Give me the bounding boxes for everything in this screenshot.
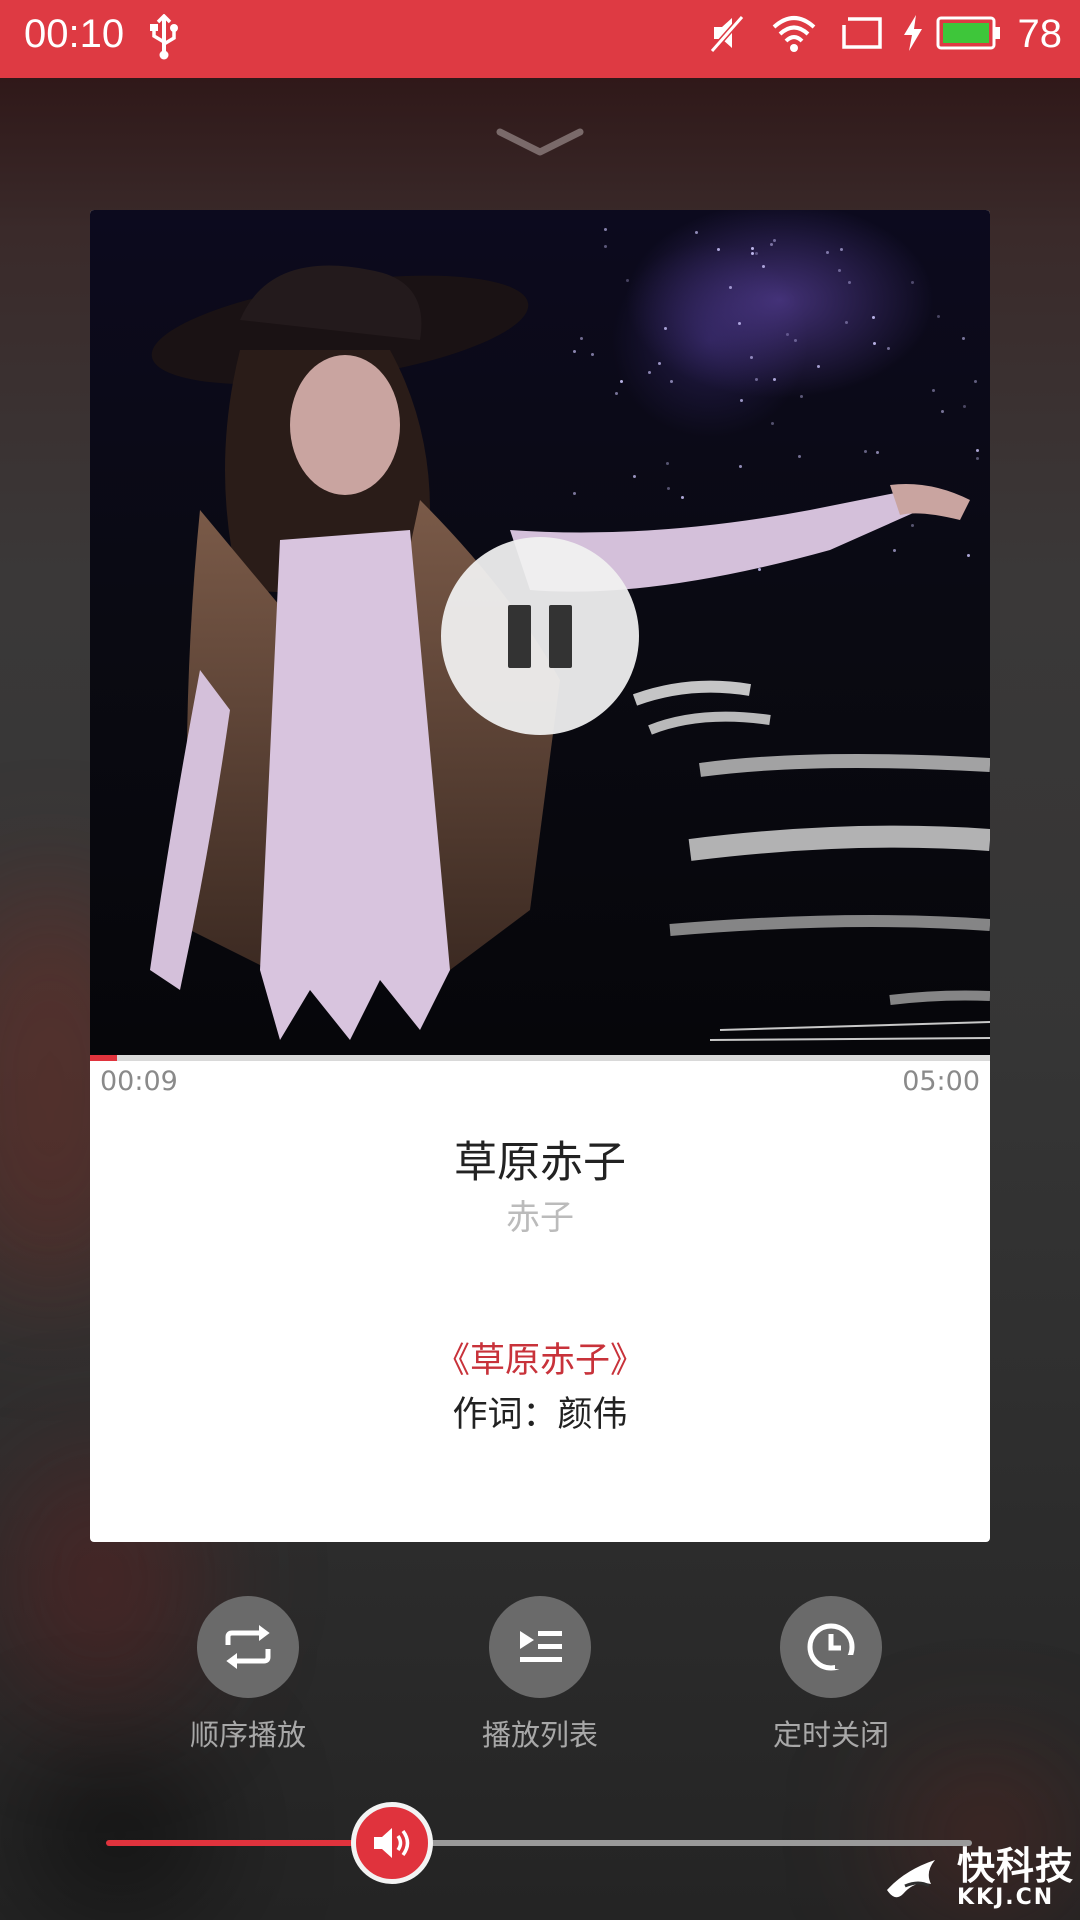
status-time: 00:10: [24, 12, 125, 56]
battery-level: 78: [1017, 12, 1063, 56]
screen-cast-icon: [840, 15, 884, 55]
repeat-mode-label: 顺序播放: [189, 1718, 306, 1752]
watermark-en: KKJ.CN: [956, 1885, 1055, 1910]
usb-icon: [148, 13, 180, 64]
battery-icon: [936, 16, 1002, 54]
status-bar: 00:10 78: [0, 0, 1080, 78]
pause-icon-bar: [549, 604, 572, 668]
total-time: 05:00: [902, 1066, 980, 1097]
wifi-icon: [770, 13, 818, 57]
song-title: 草原赤子: [454, 1138, 626, 1188]
song-artist: 赤子: [506, 1198, 574, 1238]
pause-icon: [508, 604, 531, 668]
player-card: 00:09 05:00 草原赤子 赤子 《草原赤子》 作词：颜伟: [90, 210, 990, 1542]
volume-icon: [373, 1828, 410, 1858]
charging-icon: [900, 13, 926, 57]
album-cover: [90, 210, 990, 1058]
lyric-line: 作词：颜伟: [452, 1395, 628, 1435]
lyric-line-current: 《草原赤子》: [434, 1341, 645, 1381]
watermark: 快科技 KKJ.CN: [885, 1846, 1074, 1910]
chevron-down-icon[interactable]: [496, 126, 584, 160]
pause-button[interactable]: [441, 537, 639, 735]
playlist-icon: [489, 1596, 591, 1698]
current-time: 00:09: [100, 1066, 178, 1097]
clock-icon: [780, 1596, 882, 1698]
sleep-timer-button[interactable]: 定时关闭: [751, 1596, 911, 1754]
playlist-button[interactable]: 播放列表: [460, 1596, 620, 1754]
progress-fill: [90, 1055, 117, 1061]
volume-slider-handle[interactable]: [350, 1802, 433, 1884]
watermark-cn: 快科技: [956, 1844, 1074, 1888]
playlist-label: 播放列表: [481, 1718, 598, 1752]
volume-track-filled[interactable]: [106, 1840, 392, 1846]
bird-logo-icon: [886, 1860, 935, 1898]
repeat-mode-button[interactable]: 顺序播放: [168, 1596, 328, 1754]
repeat-icon: [197, 1596, 299, 1698]
progress-bar[interactable]: [90, 1055, 990, 1061]
sleep-timer-label: 定时关闭: [772, 1718, 889, 1752]
mute-icon: [708, 13, 748, 57]
